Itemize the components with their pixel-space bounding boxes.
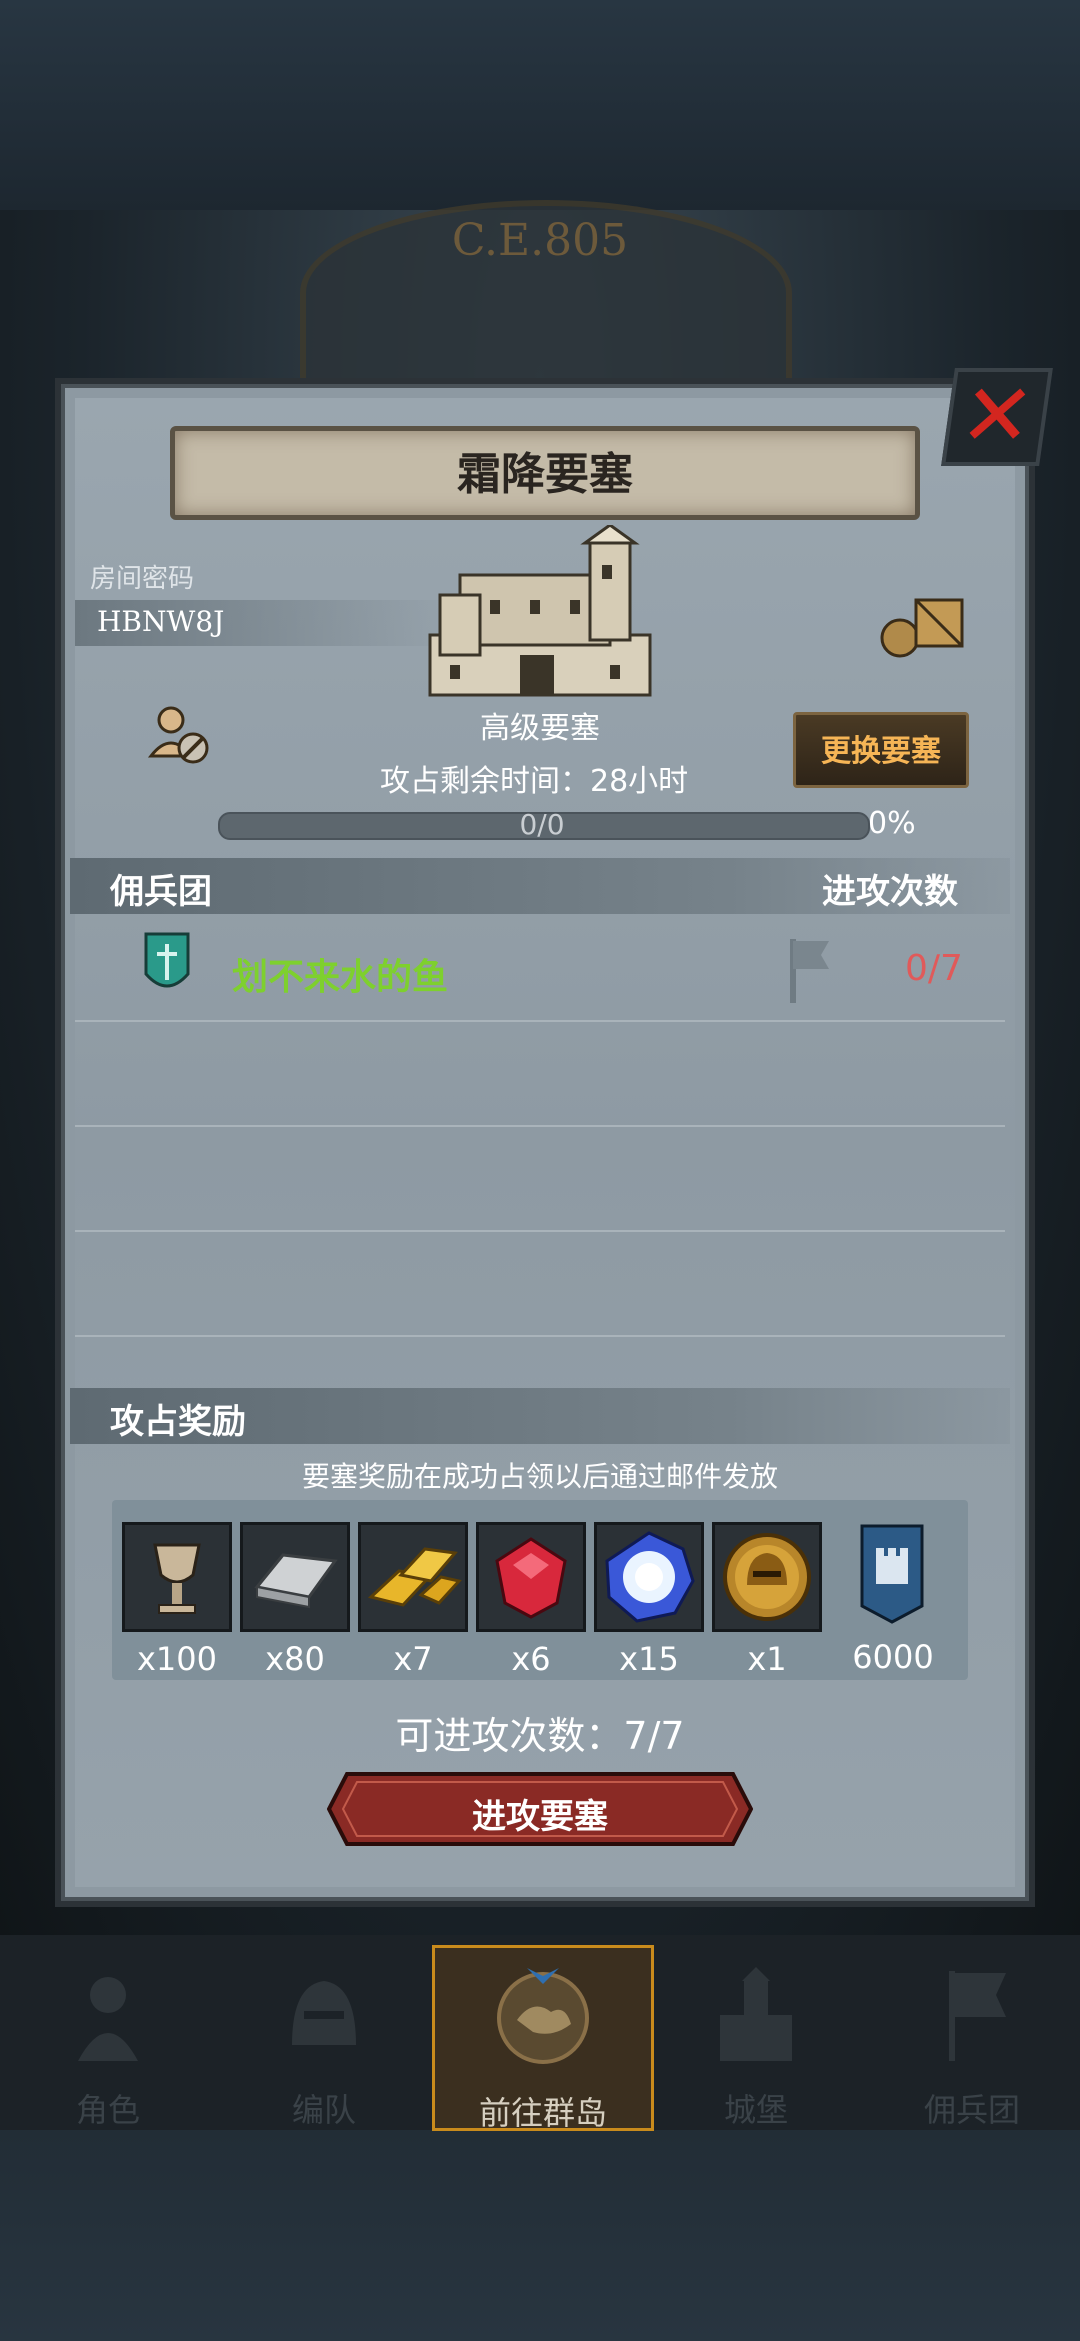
guild-name[interactable]: 划不来水的鱼	[232, 948, 448, 1000]
reward-qty: 6000	[852, 1638, 934, 1676]
nav-label: 角色	[75, 2091, 140, 2129]
close-button[interactable]: ✕	[941, 366, 1053, 466]
helmet-icon	[292, 1981, 356, 2045]
crystal-orb-icon	[605, 1531, 695, 1623]
close-icon: ✕	[954, 366, 1041, 466]
reward-item[interactable]: x15	[594, 1522, 704, 1678]
progress-count: 0/0	[519, 808, 565, 841]
reward-tile	[122, 1522, 232, 1632]
attack-count-header: 进攻次数	[822, 872, 958, 912]
reward-item[interactable]: x80	[240, 1522, 350, 1678]
chalice-icon	[153, 1543, 201, 1614]
reward-qty: x1	[747, 1640, 787, 1678]
reward-tile	[594, 1522, 704, 1632]
reward-qty: x15	[619, 1640, 679, 1678]
reward-item[interactable]: x6	[476, 1522, 586, 1678]
supply-crate-icon[interactable]	[878, 590, 968, 660]
reward-item[interactable]: x1	[712, 1522, 822, 1678]
banner-icon	[949, 1971, 1006, 2061]
island-compass-icon	[497, 1968, 589, 2064]
nav-label: 前往群岛	[478, 2094, 607, 2132]
guild-emblem-icon	[144, 932, 190, 988]
reward-tile	[476, 1522, 586, 1632]
guild-attack-count: 0/7	[905, 948, 963, 989]
row-divider	[75, 1335, 1005, 1337]
available-attacks: 可进攻次数：7/7	[395, 1714, 685, 1758]
fortress-banner-icon	[860, 1524, 924, 1624]
flag-icon	[790, 939, 829, 1003]
reward-item[interactable]: 6000	[840, 1522, 950, 1676]
nav-item-islands[interactable]: 前往群岛	[432, 1945, 654, 2132]
attack-fortress-label: 进攻要塞	[472, 1797, 608, 1837]
reward-item[interactable]: x100	[122, 1522, 232, 1678]
dialog-title: 霜降要塞	[457, 449, 633, 500]
reward-tile	[240, 1522, 350, 1632]
mercenary-header: 佣兵团	[110, 872, 212, 912]
castle-icon	[720, 1967, 792, 2061]
rewards-note: 要塞奖励在成功占领以后通过邮件发放	[301, 1460, 778, 1493]
reward-qty: x80	[265, 1640, 325, 1678]
nav-item-character[interactable]: 角色	[0, 1945, 216, 2129]
iron-ingot-icon	[254, 1553, 338, 1609]
progress-percent: 0%	[868, 806, 916, 841]
bottom-background	[0, 2130, 1080, 2341]
nav-label: 编队	[291, 2091, 356, 2129]
gold-bars-icon	[367, 1547, 462, 1607]
era-label: C.E.805	[451, 215, 629, 266]
reward-qty: x100	[136, 1640, 217, 1678]
fortress-grade: 高级要塞	[480, 711, 600, 746]
room-password-label: 房间密码	[90, 564, 195, 594]
helmet-coin-icon	[723, 1533, 811, 1621]
nav-label: 城堡	[723, 2091, 788, 2129]
ruby-icon	[495, 1537, 567, 1619]
knight-icon	[78, 1977, 138, 2061]
change-fortress-label: 更换要塞	[821, 734, 941, 769]
remaining-time: 攻占剩余时间：28小时	[380, 764, 689, 799]
fortress-icon	[428, 525, 652, 697]
row-divider	[75, 1230, 1005, 1232]
row-divider	[75, 1125, 1005, 1127]
reward-item[interactable]: x7	[358, 1522, 468, 1678]
reward-tile	[358, 1522, 468, 1632]
reward-tile	[712, 1522, 822, 1632]
top-background	[0, 0, 1080, 210]
nav-item-formation[interactable]: 编队	[216, 1945, 432, 2129]
row-divider	[75, 1020, 1005, 1022]
nav-item-castle[interactable]: 城堡	[648, 1945, 864, 2129]
reward-qty: x6	[511, 1640, 551, 1678]
member-restricted-icon[interactable]	[145, 700, 215, 770]
rewards-header: 攻占奖励	[110, 1402, 246, 1442]
nav-label: 佣兵团	[923, 2091, 1020, 2129]
room-code[interactable]: HBNW8J	[97, 605, 224, 638]
nav-item-mercenary[interactable]: 佣兵团	[864, 1945, 1080, 2129]
reward-qty: x7	[393, 1640, 433, 1678]
